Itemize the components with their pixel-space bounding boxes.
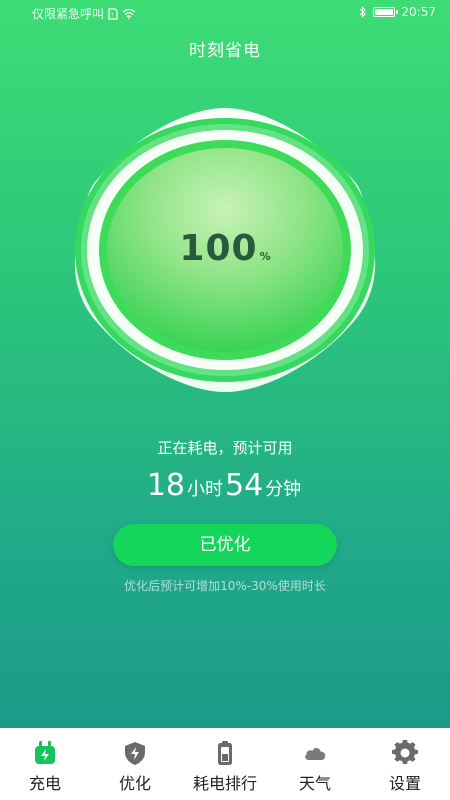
tab-label: 设置 xyxy=(388,774,421,793)
clock-text: 20:57 xyxy=(401,5,436,19)
battery-percent: 100% xyxy=(125,228,325,269)
remaining-minutes: 54 xyxy=(225,468,264,503)
tab-charge[interactable]: 充电 xyxy=(0,728,90,800)
battery-status-icon xyxy=(373,7,399,17)
battery-percent-unit: % xyxy=(259,250,271,263)
remaining-hours: 18 xyxy=(146,468,185,503)
svg-text:!: ! xyxy=(111,12,113,19)
tab-label: 天气 xyxy=(298,774,331,793)
remaining-time: 18 小时54 分钟 xyxy=(0,468,450,503)
tab-label: 优化 xyxy=(118,774,151,793)
gear-icon xyxy=(392,740,418,765)
tab-optimize[interactable]: 优化 xyxy=(90,728,180,800)
sim-icon: ! xyxy=(108,7,118,20)
wifi-icon xyxy=(122,8,136,19)
carrier-text: 仅限紧急呼叫 xyxy=(32,7,105,21)
shield-bolt-icon xyxy=(125,742,145,765)
charge-icon xyxy=(35,741,55,764)
cloud-icon xyxy=(305,748,326,760)
optimize-button[interactable]: 已优化 xyxy=(113,524,337,566)
tab-battery-rank[interactable]: 耗电排行 xyxy=(180,728,270,800)
remaining-minutes-unit: 分钟 xyxy=(265,479,302,500)
tab-label: 耗电排行 xyxy=(192,774,257,793)
page-title: 时刻省电 xyxy=(189,41,261,61)
optimize-hint: 优化后预计可增加10%-30%使用时长 xyxy=(124,579,326,593)
remaining-hours-unit: 小时 xyxy=(187,479,223,500)
drain-status-text: 正在耗电，预计可用 xyxy=(157,439,293,457)
bluetooth-icon xyxy=(360,6,367,18)
tab-label: 充电 xyxy=(28,774,61,793)
status-bar: 仅限紧急呼叫 ! 20:57 xyxy=(0,0,450,26)
battery-percent-value: 100 xyxy=(179,228,258,269)
bottom-tab-bar: 充电 优化 耗电排行 天气 设置 xyxy=(0,728,450,800)
tab-settings[interactable]: 设置 xyxy=(360,728,450,800)
battery-rank-icon xyxy=(218,741,232,765)
tab-weather[interactable]: 天气 xyxy=(270,728,360,800)
